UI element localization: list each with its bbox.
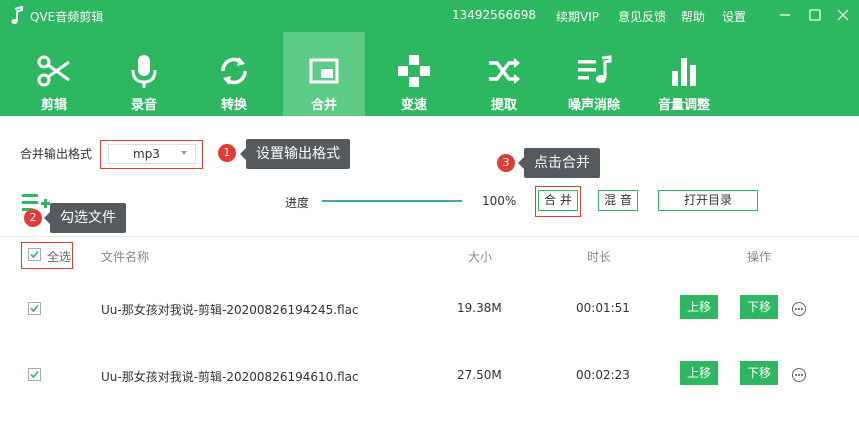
main-toolbar: 剪辑 录音 转换 合并 变速 提取 噪声消除 音量调整: [0, 32, 859, 116]
move-down-button[interactable]: 下移: [740, 361, 778, 385]
select-all-checkbox[interactable]: [28, 248, 41, 261]
noise-removal-icon: [578, 55, 612, 83]
minimize-icon: [780, 14, 790, 16]
close-icon: [837, 9, 849, 21]
file-duration: 00:02:23: [576, 368, 630, 382]
extract-icon: [489, 58, 520, 84]
tab-label: 变速: [400, 98, 427, 113]
tab-label: 噪声消除: [567, 98, 620, 113]
step-badge-3: 3: [497, 154, 515, 172]
feedback-link[interactable]: 意见反馈: [618, 8, 666, 25]
help-link[interactable]: 帮助: [681, 8, 705, 25]
move-down-button[interactable]: 下移: [740, 295, 778, 319]
ellipsis-icon: [795, 374, 803, 376]
tab-speed[interactable]: 变速: [373, 32, 455, 116]
tab-label: 音量调整: [657, 98, 710, 113]
row-checkbox[interactable]: [28, 302, 41, 315]
file-name: Uu-那女孩对我说-剪辑-20200826194245.flac: [101, 303, 359, 317]
maximize-button[interactable]: [804, 4, 826, 26]
tab-label: 录音: [130, 98, 157, 113]
step-badge-1: 1: [218, 144, 236, 162]
checkmark-icon: [30, 250, 39, 259]
speed-icon: [398, 55, 430, 87]
merge-button[interactable]: 合 并: [538, 190, 578, 211]
divider: [0, 236, 859, 237]
volume-bars-icon: [672, 58, 696, 86]
close-button[interactable]: [832, 4, 854, 26]
column-header-name: 文件名称: [101, 250, 150, 264]
mix-button[interactable]: 混 音: [598, 190, 638, 211]
title-bar: QVE音频剪辑 13492566698 续期VIP 意见反馈 帮助 设置: [0, 0, 859, 32]
open-directory-button[interactable]: 打开目录: [658, 190, 758, 211]
column-header-size: 大小: [468, 250, 493, 264]
account-phone[interactable]: 13492566698: [452, 8, 536, 22]
merge-icon: [309, 58, 339, 84]
format-select[interactable]: mp3: [108, 144, 196, 164]
renew-vip-link[interactable]: 续期VIP: [556, 8, 599, 25]
tab-label: 剪辑: [40, 98, 67, 113]
tab-label: 提取: [490, 98, 517, 113]
minimize-button[interactable]: [774, 4, 796, 26]
move-up-button[interactable]: 上移: [680, 361, 718, 385]
tab-cut[interactable]: 剪辑: [13, 32, 95, 116]
ellipsis-icon: [795, 308, 803, 310]
checkmark-icon: [30, 370, 39, 379]
microphone-icon: [131, 55, 157, 88]
progress-percent: 100%: [482, 194, 517, 208]
tab-label: 合并: [310, 98, 337, 113]
file-duration: 00:01:51: [576, 301, 630, 315]
tab-convert[interactable]: 转换: [193, 32, 275, 116]
music-note-icon: [11, 6, 23, 24]
tab-volume[interactable]: 音量调整: [643, 32, 725, 116]
maximize-icon: [809, 9, 821, 21]
column-header-actions: 操作: [747, 250, 772, 264]
tooltip-click-merge: 点击合并: [518, 148, 600, 178]
checkmark-icon: [30, 304, 39, 313]
app-title: QVE音频剪辑: [30, 10, 104, 24]
select-all-label: 全选: [47, 250, 72, 264]
format-value: mp3: [133, 147, 160, 161]
tab-record[interactable]: 录音: [103, 32, 185, 116]
tab-noise-removal[interactable]: 噪声消除: [553, 32, 635, 116]
progress-bar: [322, 200, 462, 202]
more-options-button[interactable]: [792, 302, 806, 316]
settings-link[interactable]: 设置: [722, 8, 746, 25]
tab-label: 转换: [220, 98, 247, 113]
row-checkbox[interactable]: [28, 368, 41, 381]
progress-fill: [322, 200, 462, 202]
more-options-button[interactable]: [792, 368, 806, 382]
tab-merge[interactable]: 合并: [283, 32, 365, 116]
tooltip-select-files: 勾选文件: [44, 203, 126, 233]
move-up-button[interactable]: 上移: [680, 295, 718, 319]
format-label: 合并输出格式: [20, 147, 93, 161]
chevron-down-icon: [181, 151, 187, 155]
step-badge-2: 2: [24, 209, 42, 227]
tooltip-set-format: 设置输出格式: [240, 139, 350, 169]
tab-extract[interactable]: 提取: [463, 32, 545, 116]
scissors-icon: [37, 55, 70, 87]
file-name: Uu-那女孩对我说-剪辑-20200826194610.flac: [101, 370, 359, 384]
progress-label: 进度: [285, 196, 310, 210]
file-size: 27.50M: [457, 368, 502, 382]
file-size: 19.38M: [457, 301, 502, 315]
convert-icon: [221, 57, 247, 85]
column-header-duration: 时长: [587, 250, 612, 264]
